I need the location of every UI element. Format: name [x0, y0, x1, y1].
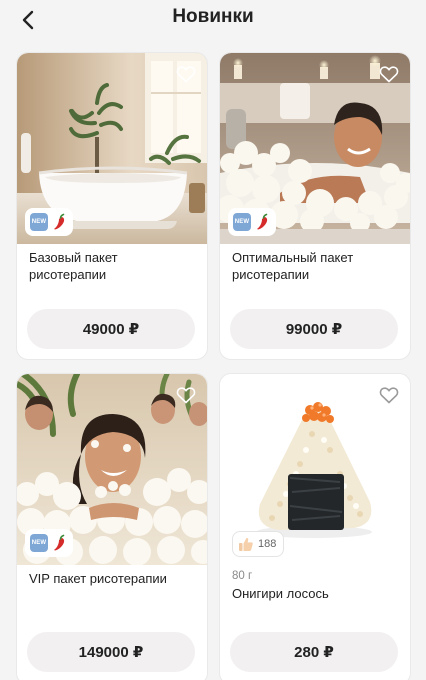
- thumbs-up-icon: [239, 537, 253, 551]
- product-card-onigiri[interactable]: 188 80 г Онигири лосось 280 ₽: [219, 373, 411, 680]
- chili-pepper-icon: [257, 213, 268, 230]
- badge-group: NEW: [25, 529, 73, 557]
- likes-badge: 188: [232, 531, 285, 557]
- likes-count: 188: [258, 538, 277, 550]
- product-image-onigiri: 188: [220, 374, 410, 565]
- favorite-button[interactable]: [376, 382, 402, 408]
- product-name: Оптимальный пакет рисотерапии: [232, 250, 354, 282]
- new-badge: NEW: [233, 213, 251, 231]
- favorite-button[interactable]: [173, 61, 199, 87]
- price-button[interactable]: 280 ₽: [230, 632, 398, 672]
- product-image-man-rice-bath: NEW: [220, 53, 410, 244]
- product-image-bathroom: NEW: [17, 53, 207, 244]
- heart-outline-icon: [176, 66, 196, 83]
- product-name: Онигири лосось: [232, 586, 329, 601]
- product-image-woman-rice-bath: NEW: [17, 374, 207, 565]
- badge-group: NEW: [228, 208, 276, 236]
- heart-outline-icon: [176, 387, 196, 404]
- price-button[interactable]: 99000 ₽: [230, 309, 398, 349]
- product-weight: 80 г: [232, 570, 253, 582]
- product-card-optimal[interactable]: NEW Оптимальный пакет рисотерапии 99000 …: [219, 52, 411, 360]
- favorite-button[interactable]: [376, 61, 402, 87]
- price-button[interactable]: 49000 ₽: [27, 309, 195, 349]
- favorite-button[interactable]: [173, 382, 199, 408]
- page-title: Новинки: [172, 6, 254, 27]
- heart-outline-icon: [379, 66, 399, 83]
- chili-pepper-icon: [54, 213, 65, 230]
- product-name: Базовый пакет рисотерапии: [29, 250, 118, 282]
- chili-pepper-icon: [54, 534, 65, 551]
- price-button[interactable]: 149000 ₽: [27, 632, 195, 672]
- product-name: VIP пакет рисотерапии: [29, 571, 167, 586]
- badge-group: NEW: [25, 208, 73, 236]
- heart-outline-icon: [379, 387, 399, 404]
- new-badge: NEW: [30, 213, 48, 231]
- new-badge: NEW: [30, 534, 48, 552]
- product-card-basic[interactable]: NEW Базовый пакет рисотерапии 49000 ₽: [16, 52, 208, 360]
- product-card-vip[interactable]: NEW VIP пакет рисотерапии 149000 ₽: [16, 373, 208, 680]
- top-bar: Новинки: [0, 0, 426, 42]
